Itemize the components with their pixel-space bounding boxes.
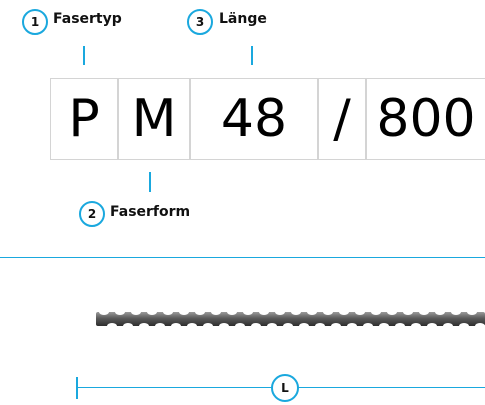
fiber-notch-top: [195, 309, 205, 315]
fiber-notch-top: [467, 309, 477, 315]
fiber-notch-top: [147, 309, 157, 315]
fiber-notch-bottom: [395, 323, 405, 329]
callout-3-label: Länge: [219, 11, 267, 27]
fiber-notch-bottom: [203, 323, 213, 329]
fiber-notch-bottom: [283, 323, 293, 329]
fiber-notch-top: [131, 309, 141, 315]
fiber-notch-bottom: [427, 323, 437, 329]
fiber-notch-bottom: [187, 323, 197, 329]
fiber-notch-top: [211, 309, 221, 315]
code-cell-separator: /: [318, 78, 366, 160]
fiber-notch-top: [371, 309, 381, 315]
fiber-notch-bottom: [411, 323, 421, 329]
fiber-notch-top: [291, 309, 301, 315]
fiber-notch-top: [307, 309, 317, 315]
fiber-notch-bottom: [379, 323, 389, 329]
fiber-notch-bottom: [139, 323, 149, 329]
fiber-notch-top: [403, 309, 413, 315]
fiber-notch-bottom: [475, 323, 485, 329]
callout-1-label: Fasertyp: [53, 11, 122, 27]
callout-3-leader: [251, 46, 253, 65]
fiber-notch-bottom: [235, 323, 245, 329]
fiber-notch-bottom: [123, 323, 133, 329]
fiber-notch-bottom: [219, 323, 229, 329]
callout-1-badge: 1: [22, 9, 48, 35]
callout-2-label: Faserform: [110, 204, 191, 220]
fiber-notch-bottom: [251, 323, 261, 329]
fiber-notch-bottom: [107, 323, 117, 329]
fiber-notch-top: [355, 309, 365, 315]
fiber-notch-top: [115, 309, 125, 315]
steel-fiber-illustration: [96, 309, 485, 329]
fiber-notch-top: [259, 309, 269, 315]
fiber-notch-top: [451, 309, 461, 315]
fiber-notch-bottom: [347, 323, 357, 329]
code-cell-laenge: 800: [366, 78, 485, 160]
fiber-notch-top: [163, 309, 173, 315]
fiber-notch-top: [243, 309, 253, 315]
fiber-notch-top: [387, 309, 397, 315]
fiber-notch-bottom: [443, 323, 453, 329]
fiber-notch-top: [435, 309, 445, 315]
code-cell-faserform: M: [118, 78, 190, 160]
callout-3-badge: 3: [187, 9, 213, 35]
fiber-notch-bottom: [155, 323, 165, 329]
callout-1-leader: [83, 46, 85, 65]
fiber-notch-top: [275, 309, 285, 315]
fiber-notch-bottom: [299, 323, 309, 329]
fiber-notch-top: [323, 309, 333, 315]
dimension-start-tick: [76, 377, 78, 399]
fiber-notch-bottom: [363, 323, 373, 329]
fiber-notch-top: [179, 309, 189, 315]
section-divider: [0, 257, 485, 258]
fiber-notch-top: [419, 309, 429, 315]
callout-2-badge: 2: [79, 201, 105, 227]
code-cell-fasertyp: P: [50, 78, 118, 160]
fiber-notch-top: [339, 309, 349, 315]
callout-2-leader: [149, 172, 151, 192]
fiber-notch-bottom: [171, 323, 181, 329]
fiber-notch-bottom: [315, 323, 325, 329]
code-cell-durchmesser: 48: [190, 78, 318, 160]
fiber-notch-top: [99, 309, 109, 315]
fiber-notch-top: [227, 309, 237, 315]
fiber-notch-bottom: [267, 323, 277, 329]
fiber-notch-bottom: [459, 323, 469, 329]
dimension-length-badge: L: [271, 374, 299, 402]
fiber-notch-bottom: [331, 323, 341, 329]
